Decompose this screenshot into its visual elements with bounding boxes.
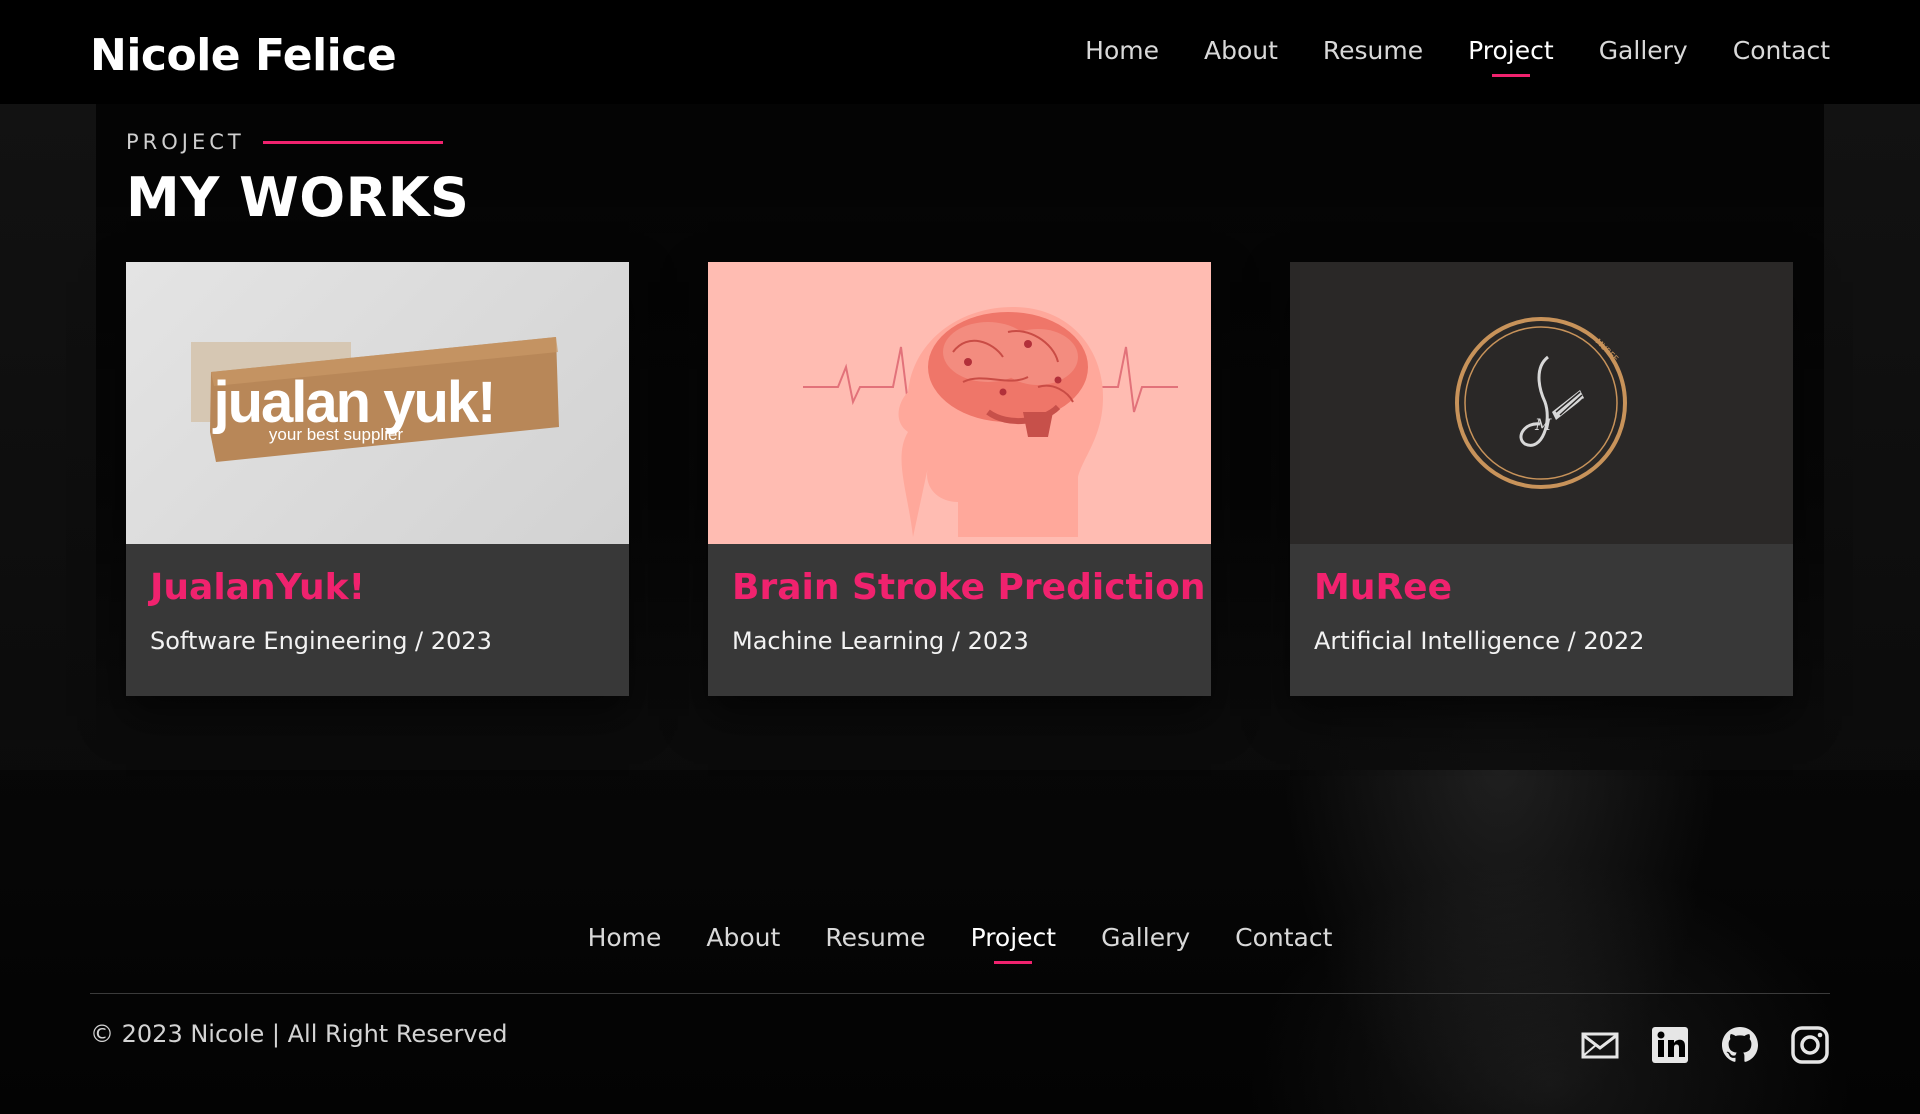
top-nav: Home About Resume Project Gallery Contac… [1085, 36, 1830, 77]
project-thumbnail-brain-stroke [708, 262, 1211, 544]
project-title[interactable]: MuRee [1314, 567, 1452, 608]
project-thumbnail-jualanyuk: jualan yuk! your best supplier [126, 262, 629, 544]
project-thumbnail-muree: M MUREE [1290, 262, 1793, 544]
section-label-text: PROJECT [126, 130, 245, 154]
jualanyuk-logo-image: jualan yuk! your best supplier [191, 337, 559, 462]
section-label-line [262, 140, 443, 144]
footer-nav-project[interactable]: Project [971, 923, 1056, 964]
nav-resume[interactable]: Resume [1323, 36, 1423, 65]
nav-project[interactable]: Project [1468, 36, 1554, 77]
brand-logo[interactable]: Nicole Felice [90, 30, 397, 81]
social-links [1580, 1025, 1830, 1065]
svg-text:MUREE: MUREE [1594, 337, 1620, 363]
footer-nav-gallery[interactable]: Gallery [1101, 923, 1190, 952]
project-card-brain-stroke[interactable]: Brain Stroke Prediction Machine Learning… [708, 262, 1211, 696]
footer-divider [90, 993, 1830, 994]
brain-illustration [803, 307, 1178, 537]
footer-nav-resume[interactable]: Resume [825, 923, 925, 952]
footer-nav-home[interactable]: Home [588, 923, 662, 952]
site-header: Nicole Felice Home About Resume Project … [0, 0, 1920, 104]
svg-text:M: M [1534, 415, 1552, 434]
footer-nav-about[interactable]: About [706, 923, 780, 952]
section-title: MY WORKS [126, 166, 470, 229]
footer-nav-container: Home About Resume Project Gallery Contac… [0, 923, 1920, 964]
mail-icon[interactable] [1580, 1025, 1620, 1065]
project-meta: Machine Learning / 2023 [732, 627, 1029, 655]
project-meta: Artificial Intelligence / 2022 [1314, 627, 1645, 655]
section-label: PROJECT [126, 130, 443, 154]
github-icon[interactable] [1720, 1025, 1760, 1065]
project-meta: Software Engineering / 2023 [150, 627, 492, 655]
svg-text:your best supplier: your best supplier [269, 425, 404, 444]
instagram-icon[interactable] [1790, 1025, 1830, 1065]
footer-nav: Home About Resume Project Gallery Contac… [0, 923, 1920, 964]
nav-gallery[interactable]: Gallery [1599, 36, 1688, 65]
project-title[interactable]: Brain Stroke Prediction [732, 567, 1205, 608]
project-card-jualanyuk[interactable]: jualan yuk! your best supplier JualanYuk… [126, 262, 629, 696]
linkedin-icon[interactable] [1650, 1025, 1690, 1065]
footer-nav-contact[interactable]: Contact [1235, 923, 1332, 952]
project-card-muree[interactable]: M MUREE MuRee Artificial Intelligence / … [1290, 262, 1793, 696]
nav-about[interactable]: About [1204, 36, 1278, 65]
project-title[interactable]: JualanYuk! [150, 567, 365, 608]
nav-home[interactable]: Home [1085, 36, 1159, 65]
nav-contact[interactable]: Contact [1733, 36, 1830, 65]
copyright-text: © 2023 Nicole | All Right Reserved [90, 1020, 508, 1048]
muree-logo-image: M MUREE [1455, 317, 1627, 489]
